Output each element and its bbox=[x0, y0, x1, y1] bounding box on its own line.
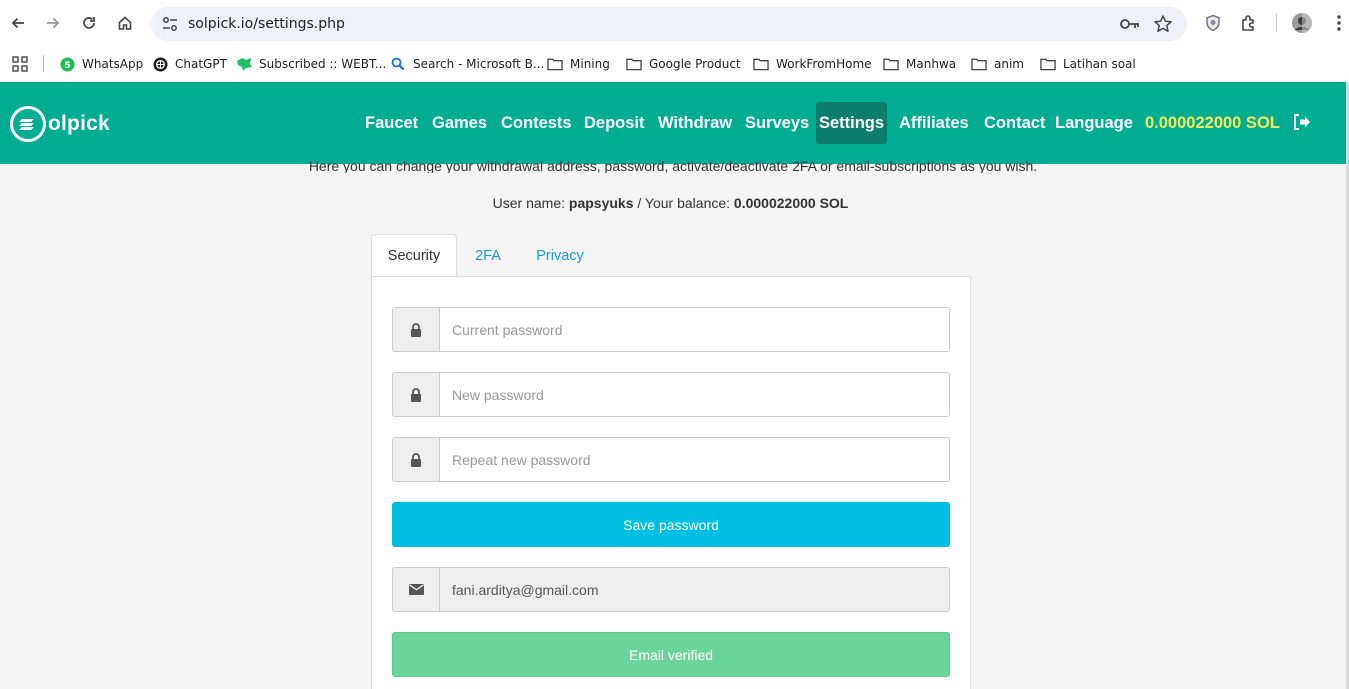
bookmark-webtoon[interactable]: Subscribed :: WEBT... bbox=[236, 53, 386, 75]
folder-icon bbox=[753, 56, 769, 72]
folder-icon bbox=[1040, 56, 1056, 72]
bookmark-label: Google Product bbox=[649, 57, 741, 71]
svg-text:5: 5 bbox=[64, 61, 70, 71]
search-icon bbox=[390, 56, 406, 72]
bookmark-label: WhatsApp bbox=[82, 57, 144, 71]
address-bar[interactable]: solpick.io/settings.php bbox=[151, 7, 1187, 41]
bookmark-folder-mining[interactable]: Mining bbox=[547, 53, 610, 75]
username-value: papsyuks bbox=[568, 195, 634, 211]
bookmarks-divider bbox=[43, 55, 44, 72]
bookmark-label: Mining bbox=[570, 57, 610, 71]
profile-avatar[interactable] bbox=[1290, 11, 1314, 35]
intro-text: Here you can change your withdrawal addr… bbox=[308, 158, 1038, 173]
tab-2fa[interactable]: 2FA bbox=[467, 234, 509, 277]
site-info-icon[interactable] bbox=[161, 15, 179, 33]
bookmark-label: WorkFromHome bbox=[776, 57, 872, 71]
envelope-icon bbox=[392, 567, 439, 612]
lock-icon bbox=[392, 372, 439, 417]
home-icon[interactable] bbox=[113, 11, 137, 35]
lock-icon bbox=[392, 437, 439, 482]
repeat-password-input[interactable] bbox=[439, 437, 950, 482]
user-info-line: User name: papsyuks / Your balance: 0.00… bbox=[0, 195, 1341, 211]
bookmark-folder-manhwa[interactable]: Manhwa bbox=[883, 53, 956, 75]
new-password-group bbox=[392, 372, 950, 417]
back-icon[interactable] bbox=[6, 11, 30, 35]
nav-language[interactable]: Language bbox=[1050, 102, 1138, 144]
chatgpt-icon bbox=[152, 56, 168, 72]
bookmark-label: Search - Microsoft B... bbox=[413, 57, 545, 71]
nav-faucet[interactable]: Faucet bbox=[360, 102, 423, 144]
balance-value: 0.000022000 SOL bbox=[733, 195, 849, 211]
folder-icon bbox=[626, 56, 642, 72]
nav-surveys[interactable]: Surveys bbox=[740, 102, 814, 144]
bookmark-folder-latihan-soal[interactable]: Latihan soal bbox=[1040, 53, 1136, 75]
logout-icon[interactable] bbox=[1293, 114, 1311, 130]
nav-affiliates[interactable]: Affiliates bbox=[894, 102, 974, 144]
toolbar-divider bbox=[1276, 14, 1277, 32]
reload-icon[interactable] bbox=[77, 11, 101, 35]
current-password-group bbox=[392, 307, 950, 352]
folder-icon bbox=[547, 56, 563, 72]
nav-contests[interactable]: Contests bbox=[496, 102, 577, 144]
extension-shield-icon[interactable] bbox=[1201, 11, 1225, 35]
bookmark-whatsapp[interactable]: 5 WhatsApp bbox=[59, 53, 143, 75]
tab-security[interactable]: Security bbox=[371, 234, 457, 277]
nav-games[interactable]: Games bbox=[427, 102, 492, 144]
bookmark-label: ChatGPT bbox=[175, 57, 227, 71]
site-logo[interactable]: olpick bbox=[10, 105, 120, 143]
nav-withdraw[interactable]: Withdraw bbox=[653, 102, 737, 144]
logo-text: olpick bbox=[48, 112, 110, 135]
folder-icon bbox=[883, 56, 899, 72]
browser-toolbar: solpick.io/settings.php bbox=[0, 0, 1349, 46]
balance-label: / Your balance: bbox=[637, 195, 731, 211]
apps-grid-icon[interactable] bbox=[12, 53, 28, 75]
bookmark-chatgpt[interactable]: ChatGPT bbox=[152, 53, 227, 75]
bookmark-label: Manhwa bbox=[906, 57, 957, 71]
tab-privacy[interactable]: Privacy bbox=[527, 234, 593, 277]
nav-deposit[interactable]: Deposit bbox=[579, 102, 650, 144]
bookmark-label: anim bbox=[994, 57, 1024, 71]
forward-icon[interactable] bbox=[41, 11, 65, 35]
bookmark-bing-search[interactable]: Search - Microsoft B... bbox=[390, 53, 544, 75]
email-verified-button: Email verified bbox=[392, 632, 950, 677]
bookmark-label: Subscribed :: WEBT... bbox=[259, 57, 387, 71]
whatsapp-icon: 5 bbox=[59, 56, 75, 72]
username-label: User name: bbox=[492, 195, 566, 211]
email-group bbox=[392, 567, 950, 612]
new-password-input[interactable] bbox=[439, 372, 950, 417]
current-password-input[interactable] bbox=[439, 307, 950, 352]
email-field[interactable] bbox=[439, 567, 950, 612]
password-key-icon[interactable] bbox=[1119, 15, 1141, 33]
bookmark-label: Latihan soal bbox=[1063, 57, 1136, 71]
bookmark-folder-anim[interactable]: anim bbox=[971, 53, 1024, 75]
menu-kebab-icon[interactable] bbox=[1327, 11, 1349, 35]
nav-balance[interactable]: 0.000022000 SOL bbox=[1140, 102, 1285, 144]
bookmark-star-icon[interactable] bbox=[1153, 14, 1173, 34]
nav-settings[interactable]: Settings bbox=[816, 102, 887, 144]
bookmarks-bar: 5 WhatsApp ChatGPT Subscribed :: WEBT...… bbox=[0, 46, 1349, 82]
bookmark-folder-google-product[interactable]: Google Product bbox=[626, 53, 741, 75]
lock-icon bbox=[392, 307, 439, 352]
save-password-button[interactable]: Save password bbox=[392, 502, 950, 547]
extensions-puzzle-icon[interactable] bbox=[1237, 11, 1261, 35]
webtoon-icon bbox=[236, 56, 252, 72]
logo-mark-icon bbox=[10, 106, 46, 142]
nav-contact[interactable]: Contact bbox=[979, 102, 1050, 144]
folder-icon bbox=[971, 56, 987, 72]
bookmark-folder-workfromhome[interactable]: WorkFromHome bbox=[753, 53, 872, 75]
settings-intro-text: Here you can change your withdrawal addr… bbox=[0, 157, 1346, 173]
url-text[interactable]: solpick.io/settings.php bbox=[188, 16, 345, 32]
repeat-password-group bbox=[392, 437, 950, 482]
